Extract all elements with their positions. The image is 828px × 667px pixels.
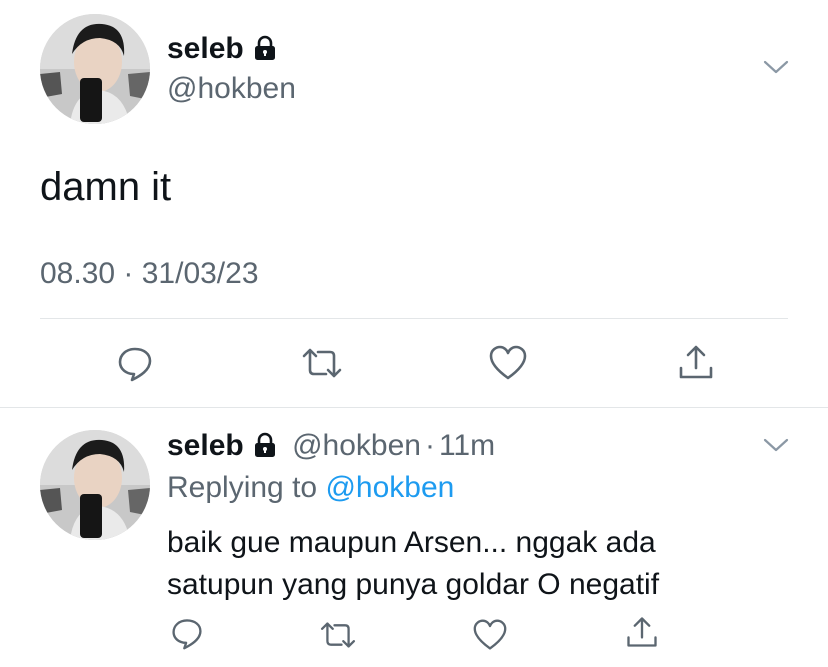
reply-icon[interactable] [170, 616, 204, 650]
chevron-down-icon[interactable] [762, 436, 790, 454]
lock-icon [252, 431, 278, 467]
time-ago[interactable]: 11m [439, 429, 495, 462]
replying-to-label: Replying to [167, 471, 318, 504]
separator: · [424, 429, 435, 462]
like-icon[interactable] [472, 618, 508, 652]
replying-to-handle-link[interactable]: @hokben [325, 471, 454, 504]
retweet-icon[interactable] [318, 620, 358, 650]
retweet-icon[interactable] [300, 346, 344, 380]
share-icon[interactable] [676, 342, 716, 382]
like-icon[interactable] [488, 344, 528, 382]
avatar[interactable] [40, 430, 150, 540]
reply-header: seleb @hokben · 11m [167, 428, 495, 467]
divider [40, 318, 788, 319]
handle[interactable]: @hokben [167, 72, 296, 106]
reply-text: baik gue maupun Arsen... nggak ada satup… [167, 522, 659, 606]
replying-to: Replying to @hokben [167, 470, 454, 506]
reply-text-line-2: satupun yang punya goldar O negatif [167, 568, 660, 601]
reply-text-line-1: baik gue maupun Arsen... nggak ada [167, 526, 656, 559]
lock-icon [252, 35, 278, 69]
timestamp[interactable]: 08.30 · 31/03/23 [40, 256, 259, 292]
avatar[interactable] [40, 14, 150, 124]
tweet-text: damn it [40, 165, 172, 209]
chevron-down-icon[interactable] [762, 58, 790, 76]
share-icon[interactable] [624, 614, 660, 650]
display-name[interactable]: seleb [167, 32, 278, 69]
reply-tweet[interactable]: seleb @hokben · 11m Replying to @hokben ba… [0, 408, 828, 667]
display-name-text[interactable]: seleb [167, 32, 244, 65]
reply-icon[interactable] [116, 344, 154, 382]
handle[interactable]: @hokben [292, 429, 421, 462]
main-tweet: seleb @hokben damn it 08.30 · 31/03/23 [0, 0, 828, 407]
display-name[interactable]: seleb [167, 429, 244, 462]
